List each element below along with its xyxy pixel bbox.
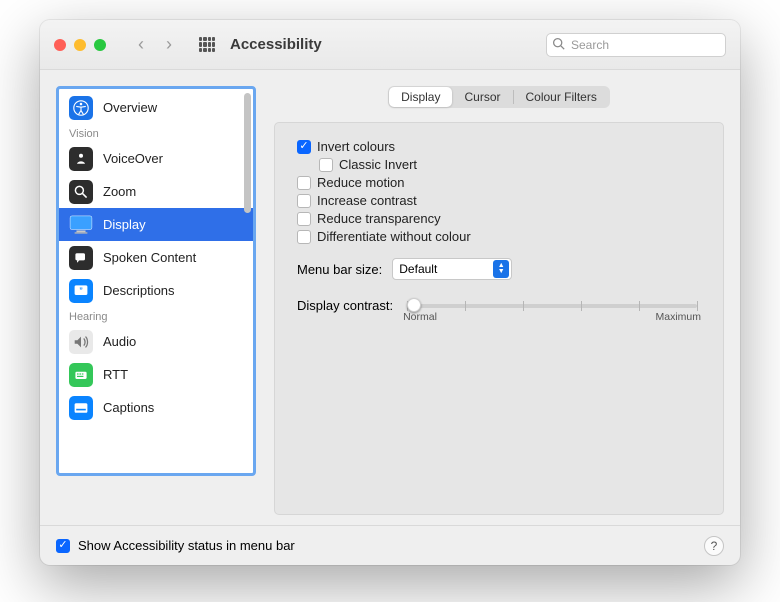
forward-button[interactable]: › bbox=[156, 33, 182, 57]
window-title: Accessibility bbox=[230, 36, 322, 53]
tab-bar: Display Cursor Colour Filters bbox=[388, 86, 610, 108]
option-label: Increase contrast bbox=[317, 193, 417, 208]
sidebar-section-vision: Vision bbox=[59, 124, 253, 142]
rtt-icon bbox=[69, 363, 93, 387]
classic-invert-checkbox[interactable] bbox=[319, 158, 333, 172]
sidebar: Overview Vision VoiceOver Zoom bbox=[56, 86, 256, 476]
menu-bar-size-row: Menu bar size: Default ▲▼ bbox=[297, 258, 701, 280]
sidebar-item-captions[interactable]: Captions bbox=[59, 391, 253, 424]
menu-bar-size-select[interactable]: Default ▲▼ bbox=[392, 258, 512, 280]
spoken-content-icon bbox=[69, 246, 93, 270]
zoom-window-button[interactable] bbox=[94, 39, 106, 51]
captions-icon bbox=[69, 396, 93, 420]
sidebar-section-hearing: Hearing bbox=[59, 307, 253, 325]
search-input[interactable] bbox=[546, 33, 726, 57]
svg-text:”: ” bbox=[79, 285, 83, 294]
field-label: Menu bar size: bbox=[297, 262, 382, 277]
tab-display[interactable]: Display bbox=[389, 87, 452, 107]
display-settings-pane: Invert colours Classic Invert Reduce mot… bbox=[274, 122, 724, 515]
sidebar-item-label: RTT bbox=[103, 367, 128, 382]
option-reduce-transparency: Reduce transparency bbox=[297, 211, 701, 226]
reduce-transparency-checkbox[interactable] bbox=[297, 212, 311, 226]
chevron-updown-icon: ▲▼ bbox=[493, 260, 509, 278]
differentiate-checkbox[interactable] bbox=[297, 230, 311, 244]
preferences-window: ‹ › Accessibility Overview bbox=[40, 20, 740, 565]
voiceover-icon bbox=[69, 147, 93, 171]
window-controls bbox=[54, 39, 106, 51]
display-contrast-slider[interactable] bbox=[407, 304, 697, 308]
footer-label: Show Accessibility status in menu bar bbox=[78, 538, 295, 553]
sidebar-item-voiceover[interactable]: VoiceOver bbox=[59, 142, 253, 175]
display-icon bbox=[69, 213, 93, 237]
nav-controls: ‹ › bbox=[128, 33, 182, 57]
sidebar-item-label: Zoom bbox=[103, 184, 136, 199]
slider-min-label: Normal bbox=[403, 311, 437, 323]
search-field[interactable] bbox=[546, 33, 726, 57]
sidebar-item-spoken-content[interactable]: Spoken Content bbox=[59, 241, 253, 274]
option-increase-contrast: Increase contrast bbox=[297, 193, 701, 208]
field-label: Display contrast: bbox=[297, 298, 393, 313]
sidebar-item-rtt[interactable]: RTT bbox=[59, 358, 253, 391]
zoom-icon bbox=[69, 180, 93, 204]
minimize-window-button[interactable] bbox=[74, 39, 86, 51]
show-status-checkbox[interactable] bbox=[56, 539, 70, 553]
option-differentiate: Differentiate without colour bbox=[297, 229, 701, 244]
search-icon bbox=[552, 37, 565, 53]
option-invert-colours: Invert colours bbox=[297, 139, 701, 154]
sidebar-item-label: VoiceOver bbox=[103, 151, 163, 166]
sidebar-item-label: Descriptions bbox=[103, 283, 175, 298]
option-label: Classic Invert bbox=[339, 157, 417, 172]
scrollbar-thumb[interactable] bbox=[244, 93, 251, 213]
show-all-button[interactable] bbox=[194, 33, 220, 57]
increase-contrast-checkbox[interactable] bbox=[297, 194, 311, 208]
display-contrast-row: Display contrast: bbox=[297, 298, 701, 323]
slider-max-label: Maximum bbox=[655, 311, 701, 323]
invert-colours-checkbox[interactable] bbox=[297, 140, 311, 154]
option-label: Reduce transparency bbox=[317, 211, 441, 226]
back-button[interactable]: ‹ bbox=[128, 33, 154, 57]
sidebar-list[interactable]: Overview Vision VoiceOver Zoom bbox=[59, 89, 253, 473]
toolbar: ‹ › Accessibility bbox=[40, 20, 740, 70]
body: Overview Vision VoiceOver Zoom bbox=[40, 70, 740, 525]
slider-knob[interactable] bbox=[407, 298, 421, 312]
close-window-button[interactable] bbox=[54, 39, 66, 51]
audio-icon bbox=[69, 330, 93, 354]
content-pane: Display Cursor Colour Filters Invert col… bbox=[274, 86, 724, 515]
descriptions-icon: ” bbox=[69, 279, 93, 303]
sidebar-item-label: Spoken Content bbox=[103, 250, 196, 265]
sidebar-item-descriptions[interactable]: ” Descriptions bbox=[59, 274, 253, 307]
option-label: Differentiate without colour bbox=[317, 229, 471, 244]
sidebar-item-label: Captions bbox=[103, 400, 154, 415]
select-value: Default bbox=[399, 262, 437, 276]
reduce-motion-checkbox[interactable] bbox=[297, 176, 311, 190]
option-label: Invert colours bbox=[317, 139, 395, 154]
accessibility-icon bbox=[69, 96, 93, 120]
tab-cursor[interactable]: Cursor bbox=[452, 87, 512, 107]
grid-icon bbox=[199, 37, 215, 53]
option-reduce-motion: Reduce motion bbox=[297, 175, 701, 190]
footer: Show Accessibility status in menu bar ? bbox=[40, 525, 740, 565]
option-classic-invert: Classic Invert bbox=[319, 157, 701, 172]
sidebar-item-label: Audio bbox=[103, 334, 136, 349]
tab-colour-filters[interactable]: Colour Filters bbox=[514, 87, 609, 107]
sidebar-item-overview[interactable]: Overview bbox=[59, 91, 253, 124]
sidebar-item-audio[interactable]: Audio bbox=[59, 325, 253, 358]
help-button[interactable]: ? bbox=[704, 536, 724, 556]
sidebar-item-zoom[interactable]: Zoom bbox=[59, 175, 253, 208]
sidebar-item-label: Overview bbox=[103, 100, 157, 115]
sidebar-item-label: Display bbox=[103, 217, 146, 232]
option-label: Reduce motion bbox=[317, 175, 404, 190]
sidebar-item-display[interactable]: Display bbox=[59, 208, 253, 241]
